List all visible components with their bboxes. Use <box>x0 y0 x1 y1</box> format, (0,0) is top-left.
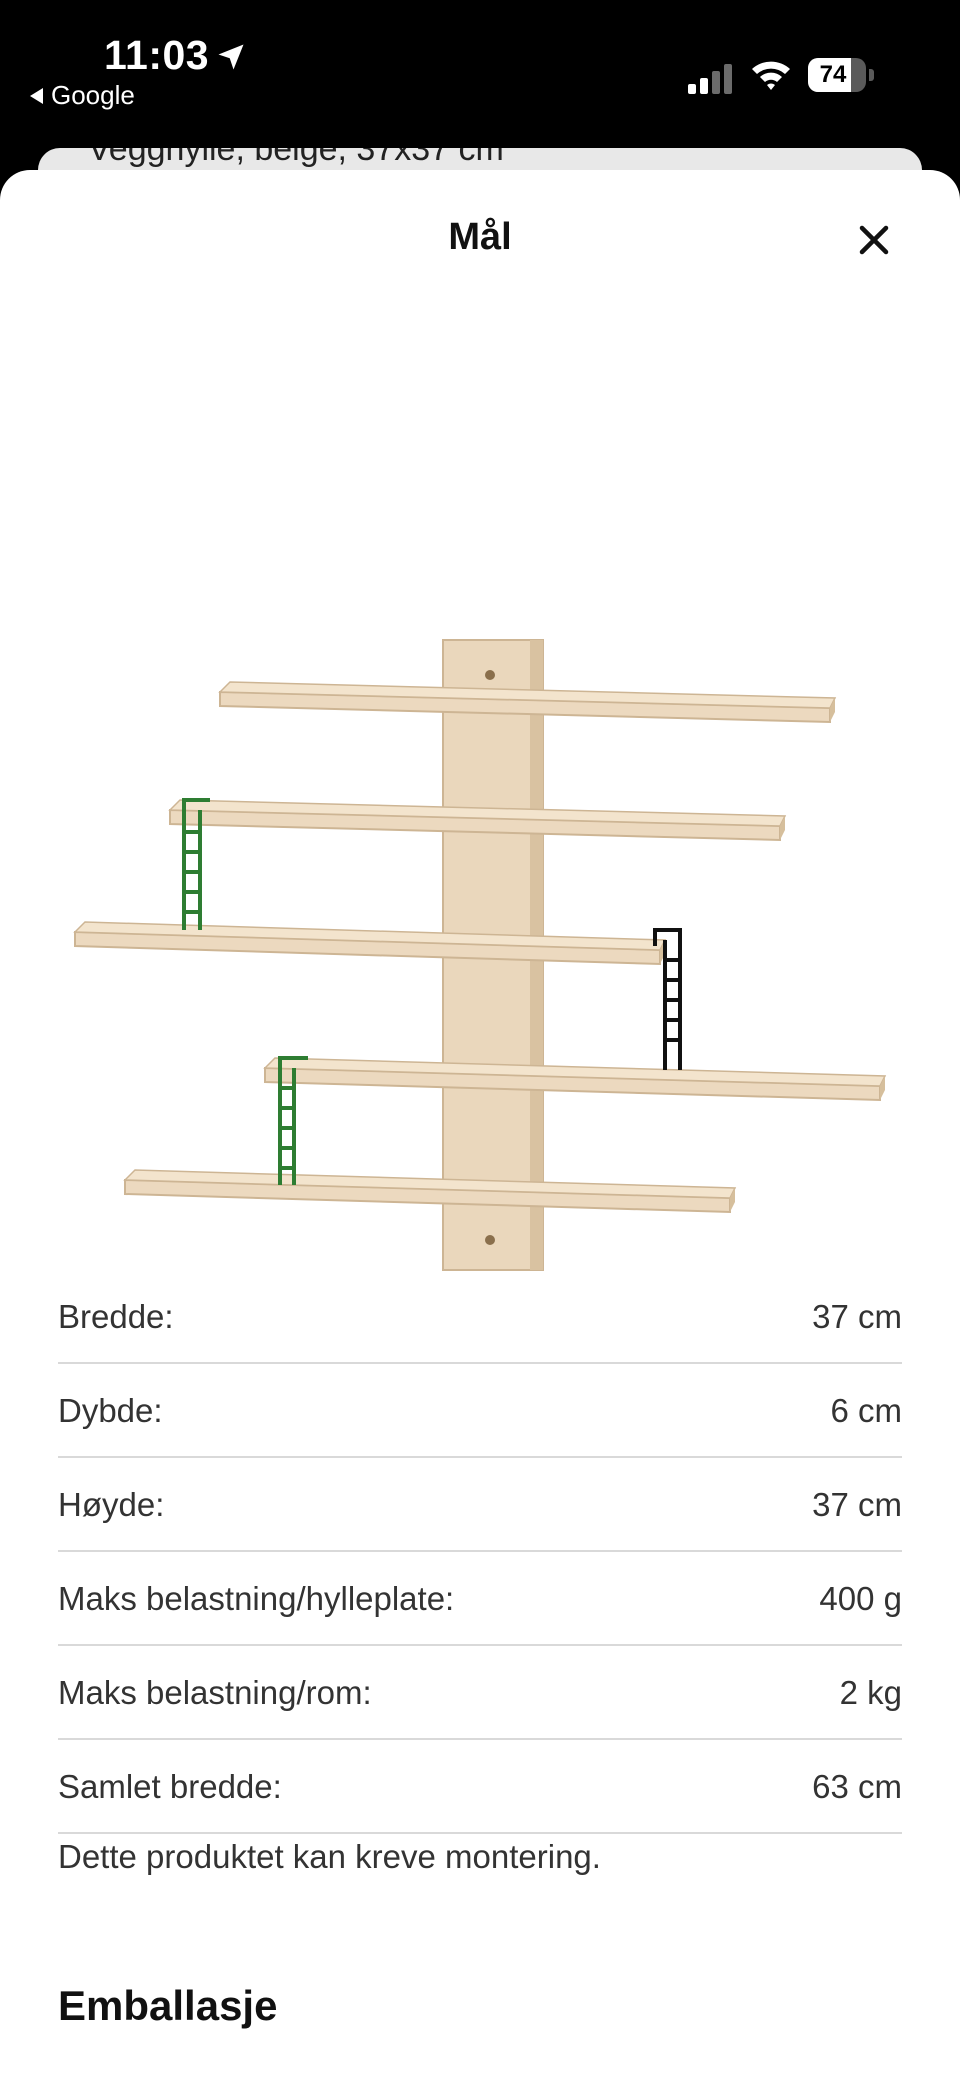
spec-row-total-width: Samlet bredde: 63 cm <box>58 1740 902 1834</box>
spec-value: 37 cm <box>812 1486 902 1523</box>
cellular-signal-icon <box>688 64 732 94</box>
location-arrow-icon <box>218 44 244 70</box>
spec-label: Samlet bredde: <box>58 1768 282 1805</box>
spec-row-width: Bredde: 37 cm <box>58 1270 902 1364</box>
spec-label: Dybde: <box>58 1392 163 1429</box>
shelf-4 <box>263 1057 887 1102</box>
spec-value: 6 cm <box>830 1392 902 1429</box>
spec-label: Bredde: <box>58 1298 174 1335</box>
back-to-app-link[interactable]: Google <box>30 80 135 111</box>
spec-row-height: Høyde: 37 cm <box>58 1458 902 1552</box>
back-app-label: Google <box>51 80 135 110</box>
spec-label: Maks belastning/rom: <box>58 1674 372 1711</box>
status-bar: 11:03 Google 74 <box>0 0 960 150</box>
spec-value: 37 cm <box>812 1298 902 1335</box>
close-icon[interactable] <box>848 214 900 266</box>
spec-label: Høyde: <box>58 1486 165 1523</box>
battery-indicator: 74 <box>808 58 874 94</box>
assembly-note: Dette produktet kan kreve montering. <box>58 1838 601 1875</box>
sheet-title: Mål <box>448 216 512 258</box>
background-product-title: Vegghylle, beige, 37x37 cm <box>88 148 504 168</box>
spec-value: 400 g <box>819 1580 902 1617</box>
product-illustration <box>73 639 887 1271</box>
wifi-icon <box>752 61 790 90</box>
dimensions-sheet: Mål Bredde: 37 cm Dybde: 6 cm Høyde: 37 … <box>0 170 960 2087</box>
spec-row-max-load-compartment: Maks belastning/rom: 2 kg <box>58 1646 902 1740</box>
spec-row-max-load-shelf: Maks belastning/hylleplate: 400 g <box>58 1552 902 1646</box>
status-time: 11:03 <box>104 32 210 78</box>
packaging-heading[interactable]: Emballasje <box>58 1982 277 2030</box>
shelf-3 <box>73 921 667 966</box>
shelf-5 <box>123 1169 737 1214</box>
spec-value: 63 cm <box>812 1768 902 1805</box>
dimension-spec-list: Bredde: 37 cm Dybde: 6 cm Høyde: 37 cm M… <box>58 1270 902 1834</box>
spec-value: 2 kg <box>839 1674 902 1711</box>
battery-percent: 74 <box>819 61 847 88</box>
back-triangle-icon <box>30 87 43 104</box>
spec-row-depth: Dybde: 6 cm <box>58 1364 902 1458</box>
spec-label: Maks belastning/hylleplate: <box>58 1580 455 1617</box>
